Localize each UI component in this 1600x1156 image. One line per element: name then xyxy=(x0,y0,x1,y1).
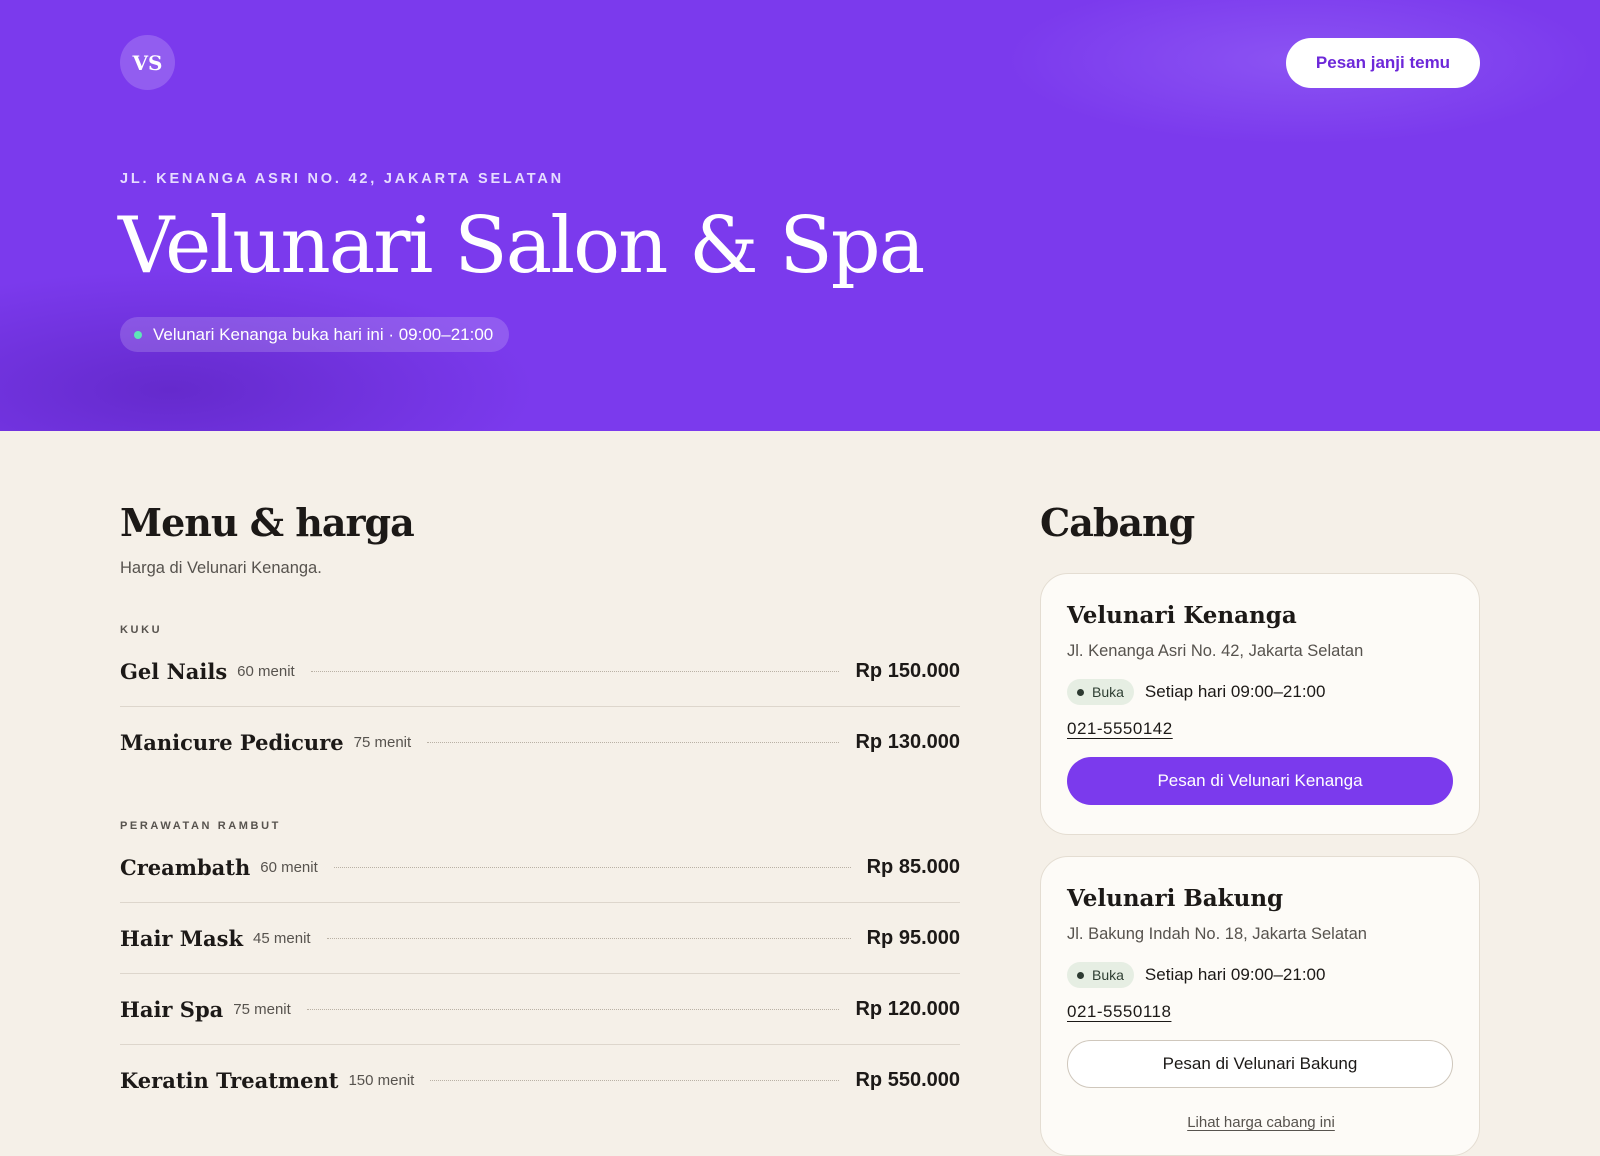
dotted-leader xyxy=(326,937,851,939)
branch-hours: Setiap hari 09:00–21:00 xyxy=(1144,682,1326,701)
branches-section: Cabang Velunari Kenanga Jl. Kenanga Asri… xyxy=(1040,500,1480,1156)
branch-address: Jl. Kenanga Asri No. 42, Jakarta Selatan xyxy=(1067,642,1364,660)
menu-item-price: Rp 120.000 xyxy=(855,997,960,1020)
menu-title: Menu & harga xyxy=(120,500,415,545)
status-dot-icon xyxy=(1077,971,1084,979)
category-label: KUKU xyxy=(120,624,163,636)
status-dot-icon xyxy=(134,330,142,339)
status-badge: Buka xyxy=(1067,962,1134,988)
branch-status: Buka Setiap hari 09:00–21:00 xyxy=(1067,962,1325,988)
open-status-text: Velunari Kenanga buka hari ini · 09:00–2… xyxy=(153,324,494,344)
dotted-leader xyxy=(430,1080,840,1081)
dotted-leader xyxy=(306,1008,840,1010)
menu-item-name: Creambath xyxy=(120,854,251,880)
dotted-leader xyxy=(310,670,840,672)
menu-item: Hair Mask 45 menit Rp 95.000 xyxy=(120,903,960,974)
branch-status: Buka Setiap hari 09:00–21:00 xyxy=(1067,679,1325,705)
menu-item-name: Keratin Treatment xyxy=(120,1068,339,1093)
book-bakung-button[interactable]: Pesan di Velunari Bakung xyxy=(1067,1040,1453,1088)
status-badge-label: Buka xyxy=(1092,967,1124,983)
branch-name: Velunari Bakung xyxy=(1067,885,1284,912)
menu-item-name: Hair Mask xyxy=(120,925,244,951)
dotted-leader xyxy=(333,866,851,868)
book-kenanga-button[interactable]: Pesan di Velunari Kenanga xyxy=(1067,757,1453,805)
menu-item-price: Rp 85.000 xyxy=(866,855,960,878)
branch-card-bakung: Velunari Bakung Jl. Bakung Indah No. 18,… xyxy=(1040,856,1480,1156)
open-status-pill: Velunari Kenanga buka hari ini · 09:00–2… xyxy=(120,317,510,352)
menu-item-name: Gel Nails xyxy=(120,658,228,684)
menu-item-duration: 150 menit xyxy=(348,1072,415,1089)
menu-item-duration: 75 menit xyxy=(353,734,412,751)
menu-item: Keratin Treatment 150 menit Rp 550.000 xyxy=(120,1045,960,1116)
logo[interactable]: VS xyxy=(120,35,175,90)
menu-section: Menu & harga Harga di Velunari Kenanga. … xyxy=(120,500,960,1116)
menu-item-duration: 45 menit xyxy=(253,929,311,947)
menu-item: Manicure Pedicure 75 menit Rp 130.000 xyxy=(120,707,960,778)
hero-header: VS Pesan janji temu JL. KENANGA ASRI NO.… xyxy=(0,0,1600,431)
menu-item: Hair Spa 75 menit Rp 120.000 xyxy=(120,974,960,1045)
branch-phone-link[interactable]: 021-5550118 xyxy=(1067,1002,1171,1022)
status-badge-label: Buka xyxy=(1092,684,1124,700)
branch-card-kenanga: Velunari Kenanga Jl. Kenanga Asri No. 42… xyxy=(1040,573,1480,835)
menu-item-duration: 75 menit xyxy=(233,1000,291,1018)
book-appointment-button[interactable]: Pesan janji temu xyxy=(1286,38,1480,88)
branch-name: Velunari Kenanga xyxy=(1067,602,1297,629)
menu-item-price: Rp 150.000 xyxy=(855,659,960,682)
branches-title: Cabang xyxy=(1040,500,1195,545)
category-label: PERAWATAN RAMBUT xyxy=(120,820,281,832)
menu-item-duration: 60 menit xyxy=(237,662,295,680)
menu-item-duration: 60 menit xyxy=(260,858,318,876)
menu-item-price: Rp 550.000 xyxy=(855,1069,960,1091)
menu-item: Gel Nails 60 menit Rp 150.000 xyxy=(120,636,960,707)
menu-item: Creambath 60 menit Rp 85.000 xyxy=(120,832,960,903)
page-title: Velunari Salon & Spa xyxy=(118,201,925,291)
branch-address: Jl. Bakung Indah No. 18, Jakarta Selatan xyxy=(1067,925,1367,943)
status-badge: Buka xyxy=(1067,679,1134,705)
menu-subtitle: Harga di Velunari Kenanga. xyxy=(120,559,322,577)
branch-hours: Setiap hari 09:00–21:00 xyxy=(1144,965,1326,984)
view-branch-prices-link[interactable]: Lihat harga cabang ini xyxy=(1041,1114,1481,1131)
menu-item-name: Manicure Pedicure xyxy=(120,730,344,755)
hero-address: JL. KENANGA ASRI NO. 42, JAKARTA SELATAN xyxy=(120,171,564,187)
dotted-leader xyxy=(427,742,840,743)
menu-item-name: Hair Spa xyxy=(120,996,224,1022)
menu-item-price: Rp 130.000 xyxy=(855,731,960,753)
branch-phone-link[interactable]: 021-5550142 xyxy=(1067,719,1173,739)
menu-item-price: Rp 95.000 xyxy=(866,926,960,949)
status-dot-icon xyxy=(1077,688,1084,696)
